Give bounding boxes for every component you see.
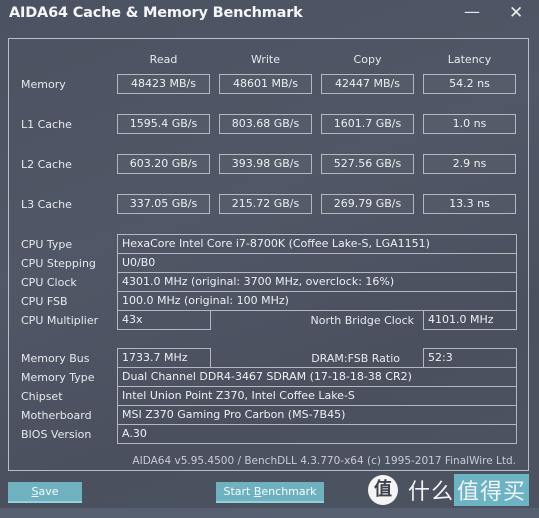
l3-copy-value: 269.79 GB/s xyxy=(321,194,414,214)
memory-latency-value: 54.2 ns xyxy=(423,74,516,94)
cpu-type-value: HexaCore Intel Core i7-8700K (Coffee Lak… xyxy=(117,234,517,254)
cpu-clock-value: 4301.0 MHz (original: 3700 MHz, overcloc… xyxy=(117,272,517,292)
memory-read-value: 48423 MB/s xyxy=(117,74,210,94)
l1-latency-value: 1.0 ns xyxy=(423,114,516,134)
chipset-label: Chipset xyxy=(21,390,63,403)
cpu-type-label: CPU Type xyxy=(21,238,73,251)
watermark-text-1: 什么 xyxy=(408,480,455,505)
memory-type-label: Memory Type xyxy=(21,371,95,384)
bios-version-label: BIOS Version xyxy=(21,428,92,441)
save-button[interactable]: Save xyxy=(8,482,82,503)
l3-write-value: 215.72 GB/s xyxy=(219,194,312,214)
memory-bus-value: 1733.7 MHz xyxy=(117,348,211,368)
l1-write-value: 803.68 GB/s xyxy=(219,114,312,134)
close-icon[interactable]: ✕ xyxy=(509,3,523,23)
minimize-icon[interactable]: — xyxy=(464,2,480,21)
bios-version-value: A.30 xyxy=(117,424,517,444)
l3-latency-value: 13.3 ns xyxy=(423,194,516,214)
bottom-strip xyxy=(0,508,539,518)
version-footer: AIDA64 v5.95.4500 / BenchDLL 4.3.770-x64… xyxy=(132,455,516,467)
memory-copy-value: 42447 MB/s xyxy=(321,74,414,94)
cpu-fsb-label: CPU FSB xyxy=(21,295,68,308)
start-benchmark-pre: Start xyxy=(223,485,254,498)
motherboard-value: MSI Z370 Gaming Pro Carbon (MS-7B45) xyxy=(117,405,517,425)
l2-latency-value: 2.9 ns xyxy=(423,154,516,174)
cpu-fsb-value: 100.0 MHz (original: 100 MHz) xyxy=(117,291,517,311)
watermark: 值 什么 值得买 xyxy=(368,474,530,506)
chipset-value: Intel Union Point Z370, Intel Coffee Lak… xyxy=(117,386,517,406)
column-header-latency: Latency xyxy=(447,53,492,66)
north-bridge-clock-label: North Bridge Clock xyxy=(310,314,414,327)
l1-read-value: 1595.4 GB/s xyxy=(117,114,210,134)
memory-type-value: Dual Channel DDR4-3467 SDRAM (17-18-18-3… xyxy=(117,367,517,387)
motherboard-label: Motherboard xyxy=(21,409,92,422)
column-header-copy: Copy xyxy=(353,53,382,66)
window-title: AIDA64 Cache & Memory Benchmark xyxy=(9,5,303,21)
l2-read-value: 603.20 GB/s xyxy=(117,154,210,174)
row-label: L3 Cache xyxy=(21,198,72,211)
cpu-stepping-label: CPU Stepping xyxy=(21,257,96,270)
cpu-multiplier-label: CPU Multiplier xyxy=(21,314,99,327)
dram-fsb-ratio-value: 52:3 xyxy=(423,348,517,368)
l3-read-value: 337.05 GB/s xyxy=(117,194,210,214)
cpu-multiplier-value: 43x xyxy=(117,310,211,330)
watermark-logo-icon: 值 xyxy=(368,475,398,505)
l2-write-value: 393.98 GB/s xyxy=(219,154,312,174)
row-label: L1 Cache xyxy=(21,118,72,131)
north-bridge-clock-value: 4101.0 MHz xyxy=(423,310,517,330)
start-benchmark-label: enchmark xyxy=(261,485,317,498)
watermark-text-2: 值得买 xyxy=(454,474,530,506)
memory-bus-label: Memory Bus xyxy=(21,352,90,365)
l2-copy-value: 527.56 GB/s xyxy=(321,154,414,174)
row-label: L2 Cache xyxy=(21,158,72,171)
cpu-clock-label: CPU Clock xyxy=(21,276,77,289)
memory-write-value: 48601 MB/s xyxy=(219,74,312,94)
start-benchmark-button[interactable]: Start Benchmark xyxy=(216,482,324,503)
l1-copy-value: 1601.7 GB/s xyxy=(321,114,414,134)
column-header-write: Write xyxy=(250,53,281,66)
row-label: Memory xyxy=(21,78,66,91)
column-header-read: Read xyxy=(149,53,178,66)
dram-fsb-ratio-label: DRAM:FSB Ratio xyxy=(311,352,400,365)
cpu-stepping-value: U0/B0 xyxy=(117,253,517,273)
save-label: ave xyxy=(38,485,59,498)
